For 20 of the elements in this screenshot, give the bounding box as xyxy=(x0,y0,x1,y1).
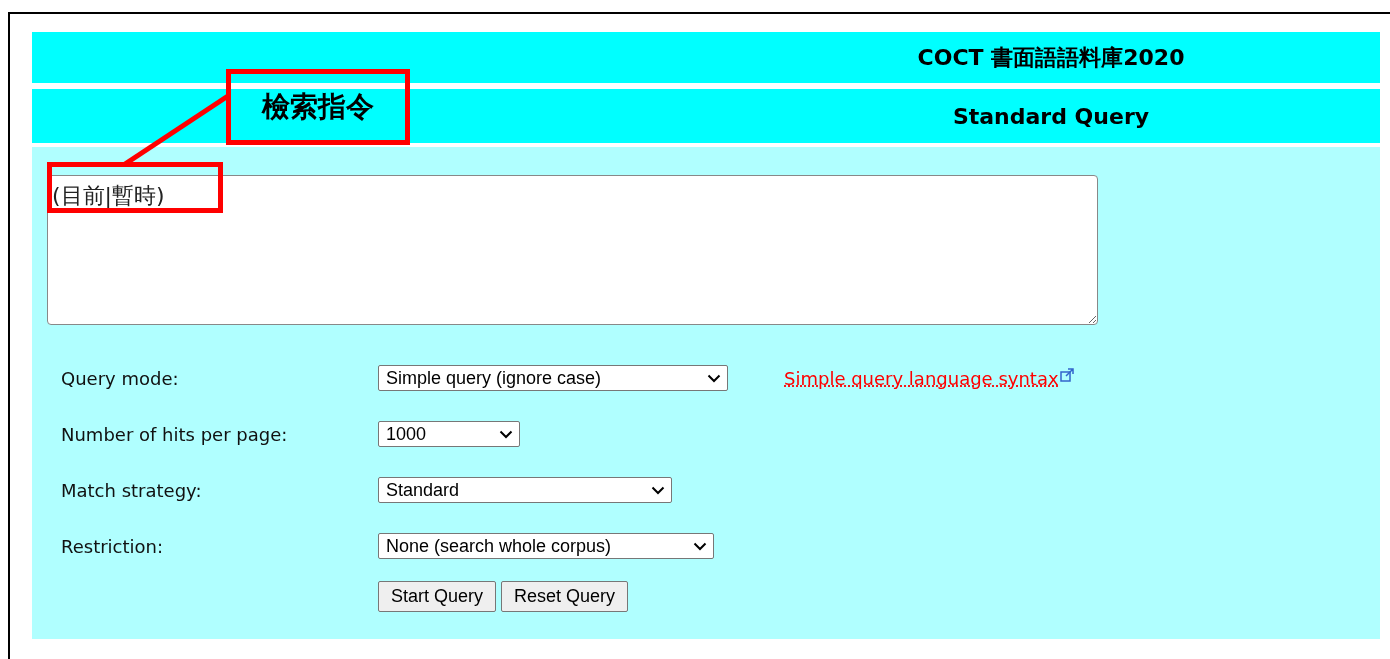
query-button[interactable]: Start Query xyxy=(378,581,497,612)
external-link-icon xyxy=(1059,368,1074,382)
annotation-label: 檢索指令 xyxy=(262,89,374,125)
field-label: Match strategy: xyxy=(61,478,203,503)
chevron-down-icon xyxy=(499,429,513,439)
page-title: COCT 書面語語料庫2020 xyxy=(917,44,1185,72)
chevron-down-icon xyxy=(651,485,665,495)
field-label: Restriction: xyxy=(61,534,165,559)
query-button[interactable]: Reset Query xyxy=(501,581,629,612)
field-label: Number of hits per page: xyxy=(61,422,289,447)
syntax-link[interactable]: Simple query language syntax xyxy=(784,364,1074,392)
dropdown[interactable]: None (search whole corpus) xyxy=(378,533,714,559)
dropdown[interactable]: 1000 xyxy=(378,421,520,447)
page-subtitle: Standard Query xyxy=(952,102,1150,131)
chevron-down-icon xyxy=(693,541,707,551)
query-input-field[interactable]: (目前|暫時) xyxy=(47,175,1098,325)
dropdown[interactable]: Simple query (ignore case) xyxy=(378,365,728,391)
dropdown[interactable]: Standard xyxy=(378,477,672,503)
chevron-down-icon xyxy=(707,373,721,383)
field-label: Query mode: xyxy=(61,366,180,391)
